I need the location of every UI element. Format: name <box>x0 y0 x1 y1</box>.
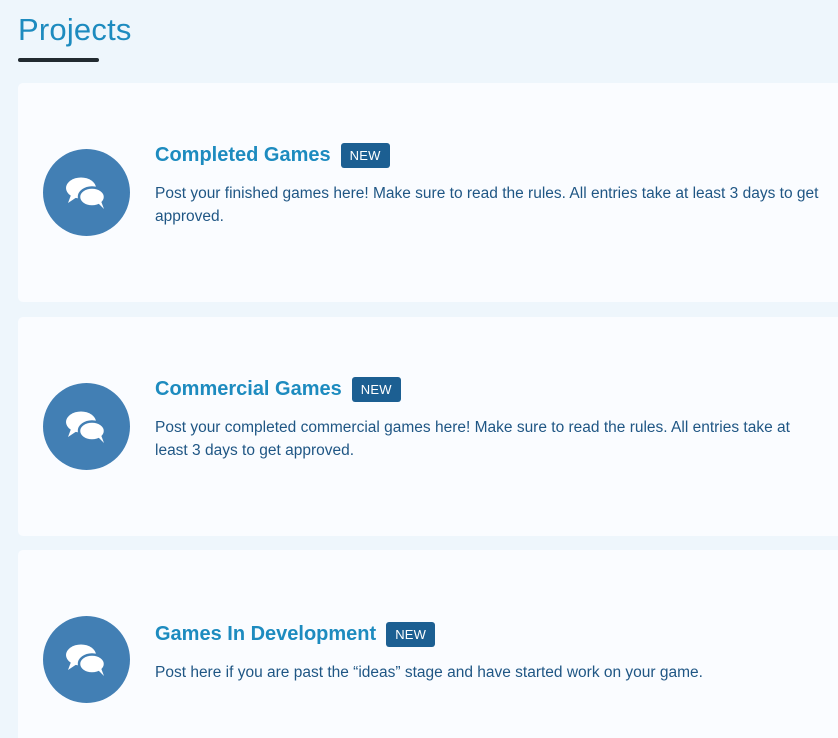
forum-card: Games In Development NEW Post here if yo… <box>18 550 838 738</box>
forum-title-link[interactable]: Completed Games <box>155 144 331 167</box>
title-underline <box>18 58 99 62</box>
forum-body: Completed Games NEW Post your finished g… <box>155 140 824 228</box>
forum-description: Post your finished games here! Make sure… <box>155 185 819 225</box>
new-badge: NEW <box>340 142 390 168</box>
forum-title-link[interactable]: Games In Development <box>155 623 376 646</box>
forum-title-row: Completed Games NEW <box>155 140 824 170</box>
forum-card: Commercial Games NEW Post your completed… <box>18 317 838 536</box>
forum-title-row: Commercial Games NEW <box>155 374 824 404</box>
new-badge: NEW <box>386 621 436 647</box>
section-header: Projects <box>18 0 838 70</box>
new-badge: NEW <box>351 376 401 402</box>
forum-title-row: Games In Development NEW <box>155 619 824 649</box>
chat-bubbles-icon[interactable] <box>43 149 130 236</box>
forum-description: Post here if you are past the “ideas” st… <box>155 664 703 681</box>
forum-card: Completed Games NEW Post your finished g… <box>18 83 838 302</box>
forum-body: Games In Development NEW Post here if yo… <box>155 619 824 684</box>
page: Projects Completed Games NEW Post your f… <box>0 0 838 738</box>
forum-body: Commercial Games NEW Post your completed… <box>155 374 824 462</box>
forum-title-link[interactable]: Commercial Games <box>155 378 342 401</box>
section-title: Projects <box>18 12 132 47</box>
chat-bubbles-icon[interactable] <box>43 616 130 703</box>
forum-description: Post your completed commercial games her… <box>155 419 790 459</box>
chat-bubbles-icon[interactable] <box>43 383 130 470</box>
